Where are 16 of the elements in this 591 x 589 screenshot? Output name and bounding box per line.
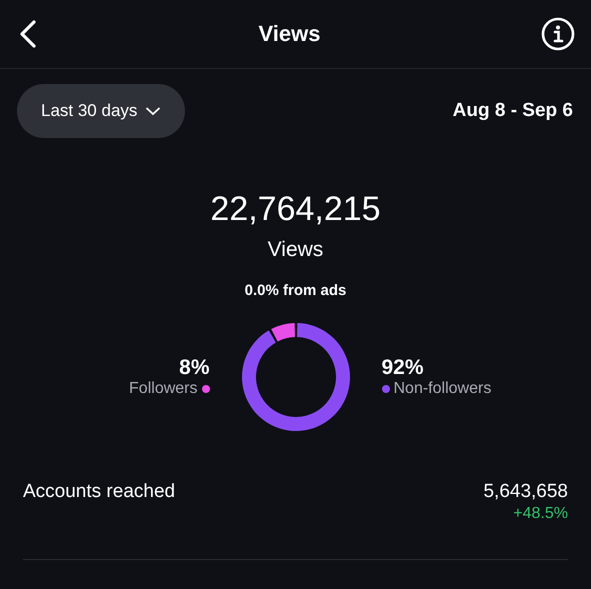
views-total: 22,764,215 (210, 190, 381, 229)
date-range-dropdown[interactable]: Last 30 days (17, 84, 186, 138)
metric-label: Accounts reached (23, 481, 176, 503)
chevron-down-icon (145, 106, 162, 116)
views-label: Views (268, 238, 324, 262)
non-followers-percent: 92% (382, 356, 424, 380)
info-button[interactable] (540, 17, 575, 51)
metric-value: 5,643,658 (483, 481, 568, 503)
legend-label: Non-followers (394, 380, 492, 398)
back-button[interactable] (18, 19, 38, 49)
legend-label: Followers (129, 380, 198, 398)
metric-change: +48.5% (513, 505, 568, 523)
ads-share-text: 0.0% from ads (244, 282, 346, 299)
followers-percent: 8% (179, 356, 210, 380)
date-range-text: Aug 8 - Sep 6 (452, 100, 573, 122)
page-title: Views (258, 21, 320, 47)
